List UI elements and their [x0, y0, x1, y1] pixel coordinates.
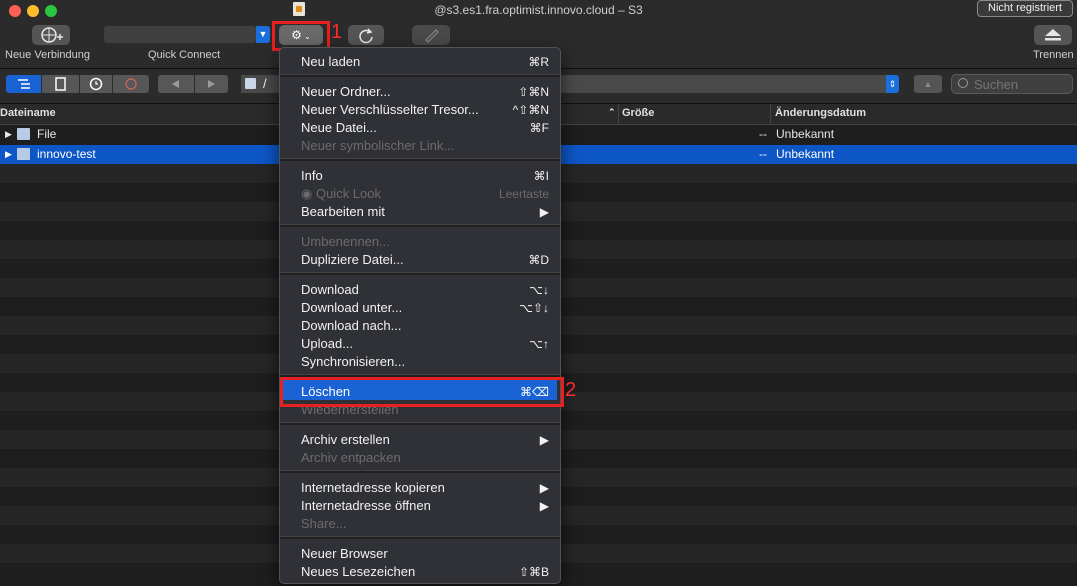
menu-separator [280, 536, 560, 539]
disclosure-triangle-icon[interactable]: ▶ [5, 125, 12, 143]
menu-separator [280, 74, 560, 77]
column-header-modified[interactable]: Änderungsdatum [775, 107, 866, 119]
file-modified: Unbekannt [776, 127, 835, 141]
menu-item-download[interactable]: Download ⌥↓ [301, 281, 549, 299]
menu-item-new-vault[interactable]: Neuer Verschlüsselter Tresor... ^⇧⌘N [301, 101, 549, 119]
menu-item-new-folder[interactable]: Neuer Ordner... ⇧⌘N [301, 83, 549, 101]
disk-icon [17, 148, 30, 160]
eye-icon: ◉ [301, 186, 316, 201]
disconnect-label: Trennen [1033, 49, 1074, 61]
submenu-arrow-icon: ▶ [539, 205, 549, 219]
path-field-extension[interactable] [560, 75, 887, 93]
menu-separator [280, 470, 560, 473]
menu-item-create-archive[interactable]: Archiv erstellen ▶ [301, 431, 549, 449]
quick-connect-label: Quick Connect [148, 49, 221, 61]
disk-icon [245, 78, 256, 89]
column-divider [770, 104, 771, 124]
disconnect-button[interactable] [1034, 25, 1072, 45]
refresh-icon [359, 28, 373, 44]
menu-item-edit-with[interactable]: Bearbeiten mit ▶ [301, 203, 549, 221]
parent-directory-button[interactable]: ▲ [914, 75, 942, 93]
bookmarks-view-button[interactable] [42, 75, 79, 93]
column-divider [618, 104, 619, 124]
path-value: / [263, 76, 267, 91]
menu-item-quick-look: ◉ Quick Look Leertaste [301, 186, 549, 201]
file-size: -- [759, 147, 767, 161]
menu-item-open-url[interactable]: Internetadresse öffnen ▶ [301, 497, 549, 515]
window-title: @s3.es1.fra.optimist.innovo.cloud – S3 [434, 3, 643, 17]
submenu-arrow-icon: ▶ [539, 481, 549, 495]
new-connection-button[interactable] [32, 25, 70, 45]
annotation-box-2 [280, 377, 564, 407]
search-icon [958, 78, 968, 88]
file-name: File [37, 127, 57, 141]
quick-connect-field[interactable] [104, 26, 256, 43]
action-menu: Neu laden ⌘R Neuer Ordner... ⇧⌘N Neuer Ver… [279, 47, 561, 584]
annotation-step-2: 2 [565, 379, 577, 401]
menu-item-download-as[interactable]: Download unter... ⌥⇧↓ [301, 299, 549, 317]
not-registered-button[interactable]: Nicht registriert [977, 0, 1073, 17]
submenu-arrow-icon: ▶ [539, 499, 549, 513]
clock-icon [89, 77, 103, 91]
eject-icon [1045, 29, 1061, 41]
menu-item-synchronize[interactable]: Synchronisieren... [301, 353, 549, 371]
chevron-down-icon: ⌄ [301, 32, 311, 41]
forward-arrow-icon [208, 80, 215, 88]
action-button[interactable]: ⚙ ⌄ [279, 25, 323, 45]
bonjour-view-button[interactable] [113, 75, 149, 93]
menu-item-upload[interactable]: Upload... ⌥↑ [301, 335, 549, 353]
book-icon [55, 77, 66, 91]
disclosure-triangle-icon[interactable]: ▶ [5, 145, 12, 163]
menu-item-info[interactable]: Info ⌘I [301, 167, 549, 185]
menu-item-download-to[interactable]: Download nach... [301, 317, 549, 335]
search-input[interactable] [951, 74, 1073, 94]
menu-item-new-symlink: Neuer symbolischer Link... [301, 138, 455, 153]
column-header-name[interactable]: Dateiname [0, 107, 56, 119]
new-connection-label: Neue Verbindung [5, 49, 91, 61]
menu-item-new-bookmark[interactable]: Neues Lesezeichen ⇧⌘B [301, 563, 549, 581]
menu-separator [280, 422, 560, 425]
gear-icon: ⚙ [291, 28, 302, 42]
annotation-step-1: 1 [331, 21, 343, 43]
menu-item-new-browser[interactable]: Neuer Browser [301, 545, 549, 563]
pencil-icon [425, 29, 439, 43]
menu-item-duplicate[interactable]: Dupliziere Datei... ⌘D [301, 251, 549, 269]
file-modified: Unbekannt [776, 147, 835, 161]
menu-item-share: Share... [301, 516, 347, 531]
list-tree-icon [18, 79, 30, 89]
submenu-arrow-icon: ▶ [539, 433, 549, 447]
menu-item-new-file[interactable]: Neue Datei... ⌘F [301, 119, 549, 137]
file-size: -- [759, 127, 767, 141]
back-button[interactable] [158, 75, 194, 93]
history-view-button[interactable] [80, 75, 112, 93]
path-dropdown-icon[interactable]: ⇕ [886, 75, 899, 93]
globe-plus-icon [41, 27, 63, 43]
outline-view-button[interactable] [6, 75, 41, 93]
edit-button[interactable] [412, 25, 450, 45]
menu-separator [280, 158, 560, 161]
menu-item-rename: Umbenennen... [301, 234, 390, 249]
file-name: innovo-test [37, 147, 96, 161]
refresh-button[interactable] [348, 25, 384, 45]
menu-separator [280, 272, 560, 275]
network-icon [125, 78, 137, 90]
disk-icon [17, 128, 30, 140]
forward-button[interactable] [195, 75, 228, 93]
menu-item-copy-url[interactable]: Internetadresse kopieren ▶ [301, 479, 549, 497]
menu-separator [280, 224, 560, 227]
back-arrow-icon [172, 80, 179, 88]
menu-item-expand-archive: Archiv entpacken [301, 450, 401, 465]
menu-item-reload[interactable]: Neu laden ⌘R [301, 53, 549, 71]
chevron-down-icon[interactable]: ▼ [256, 26, 270, 43]
sort-ascending-icon: ⌃ [608, 107, 616, 117]
column-header-size[interactable]: Größe [622, 107, 654, 119]
